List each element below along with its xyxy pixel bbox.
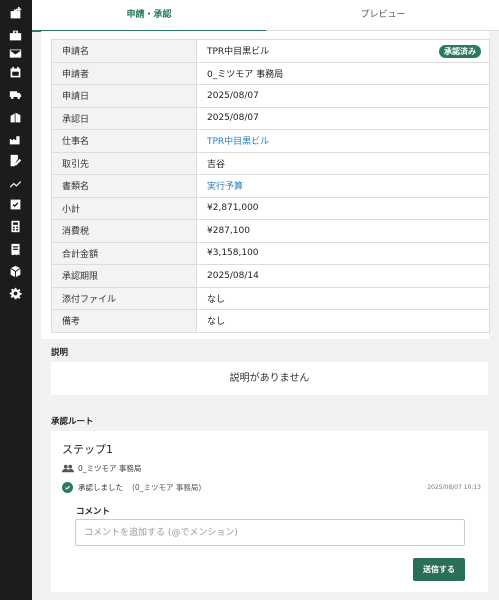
table-row: 申請日 2025/08/07 — [51, 84, 490, 108]
row-value: 2025/08/07 — [196, 106, 490, 130]
row-value: ¥287,100 — [196, 219, 490, 243]
calendar-icon[interactable] — [8, 65, 22, 79]
row-key: 承認日 — [51, 106, 197, 130]
briefcase-icon[interactable] — [8, 28, 22, 42]
table-row: 添付ファイル なし — [51, 286, 490, 310]
status-badge: 承認済み — [439, 45, 481, 58]
row-key: 申請日 — [51, 84, 197, 108]
description-empty-text: 説明がありません — [229, 373, 310, 384]
table-row: 備考 なし — [51, 309, 490, 333]
truck-icon[interactable] — [8, 87, 22, 101]
approved-by: (0_ミツモア 事務局) — [132, 483, 202, 492]
info-table: 申請名 TPR中目黒ビル 承認済み 申請者 0_ミツモア 事務局 申請日 2025… — [51, 39, 490, 333]
building-icon[interactable] — [8, 110, 22, 124]
table-row: 申請名 TPR中目黒ビル 承認済み — [51, 39, 490, 63]
tab-preview[interactable]: プレビュー — [266, 0, 499, 31]
table-row: 消費税 ¥287,100 — [51, 219, 490, 243]
table-row: 仕事名 TPR中目黒ビル — [51, 129, 490, 153]
table-row: 書類名 実行予算 — [51, 174, 490, 198]
users-icon — [62, 464, 74, 473]
comment-input[interactable] — [75, 519, 465, 546]
send-button[interactable]: 送信する — [413, 558, 465, 581]
approval-route-heading: 承認ルート — [51, 417, 94, 427]
gear-icon[interactable] — [8, 286, 22, 300]
approval-timestamp: 2025/08/07 10:13 — [427, 484, 481, 491]
boxes-icon[interactable] — [8, 264, 22, 278]
approval-status: 承認しました (0_ミツモア 事務局) — [62, 482, 201, 493]
calculator-icon[interactable] — [8, 219, 22, 233]
row-key: 取引先 — [51, 151, 197, 175]
application-name: TPR中目黒ビル — [207, 47, 270, 58]
row-value: 0_ミツモア 事務局 — [196, 61, 490, 85]
sidebar — [0, 0, 32, 600]
job-name-link[interactable]: TPR中目黒ビル — [196, 129, 490, 153]
description-box: 説明がありません — [51, 362, 488, 395]
row-key: 添付ファイル — [51, 286, 197, 310]
comment-label: コメント — [76, 507, 111, 517]
checkbox-icon[interactable] — [8, 197, 22, 211]
row-key: 申請者 — [51, 61, 197, 85]
table-row: 承認日 2025/08/07 — [51, 106, 490, 130]
row-value: ¥3,158,100 — [196, 241, 490, 265]
table-row: 小計 ¥2,871,000 — [51, 196, 490, 220]
row-value: なし — [196, 286, 490, 310]
approver-group: 0_ミツモア 事務局 — [62, 463, 141, 474]
row-key: 承認期限 — [51, 264, 197, 288]
approval-route-box: ステップ1 0_ミツモア 事務局 承認しました (0_ミツモア 事務局) 202… — [51, 431, 488, 592]
approver-group-name: 0_ミツモア 事務局 — [78, 464, 142, 473]
row-key: 小計 — [51, 196, 197, 220]
briefcase-plus-icon[interactable] — [8, 6, 22, 20]
edit-document-icon[interactable] — [8, 153, 22, 167]
row-value: なし — [196, 309, 490, 333]
description-heading: 説明 — [51, 348, 69, 358]
table-row: 承認期限 2025/08/14 — [51, 264, 490, 288]
row-value: ¥2,871,000 — [196, 196, 490, 220]
row-key: 消費税 — [51, 219, 197, 243]
table-row: 合計金額 ¥3,158,100 — [51, 241, 490, 265]
table-row: 取引先 吉谷 — [51, 151, 490, 175]
info-panel: 申請名 TPR中目黒ビル 承認済み 申請者 0_ミツモア 事務局 申請日 2025… — [41, 31, 490, 339]
check-circle-icon — [62, 482, 73, 493]
row-value: 2025/08/14 — [196, 264, 490, 288]
row-key: 備考 — [51, 309, 197, 333]
row-value: 吉谷 — [196, 151, 490, 175]
row-key: 合計金額 — [51, 241, 197, 265]
row-key: 仕事名 — [51, 129, 197, 153]
row-key: 申請名 — [51, 39, 197, 63]
row-value: 2025/08/07 — [196, 84, 490, 108]
factory-icon[interactable] — [8, 132, 22, 146]
receipt-icon[interactable] — [8, 242, 22, 256]
step-title: ステップ1 — [62, 443, 113, 456]
table-row: 申請者 0_ミツモア 事務局 — [51, 61, 490, 85]
document-name-link[interactable]: 実行予算 — [196, 174, 490, 198]
mail-icon[interactable] — [8, 46, 22, 60]
tab-bar: 申請・承認 プレビュー — [32, 0, 499, 32]
trend-chart-icon[interactable] — [8, 176, 22, 190]
tab-application-approval[interactable]: 申請・承認 — [32, 0, 266, 32]
row-key: 書類名 — [51, 174, 197, 198]
row-value: TPR中目黒ビル 承認済み — [196, 39, 490, 63]
approval-status-text: 承認しました — [78, 483, 123, 492]
